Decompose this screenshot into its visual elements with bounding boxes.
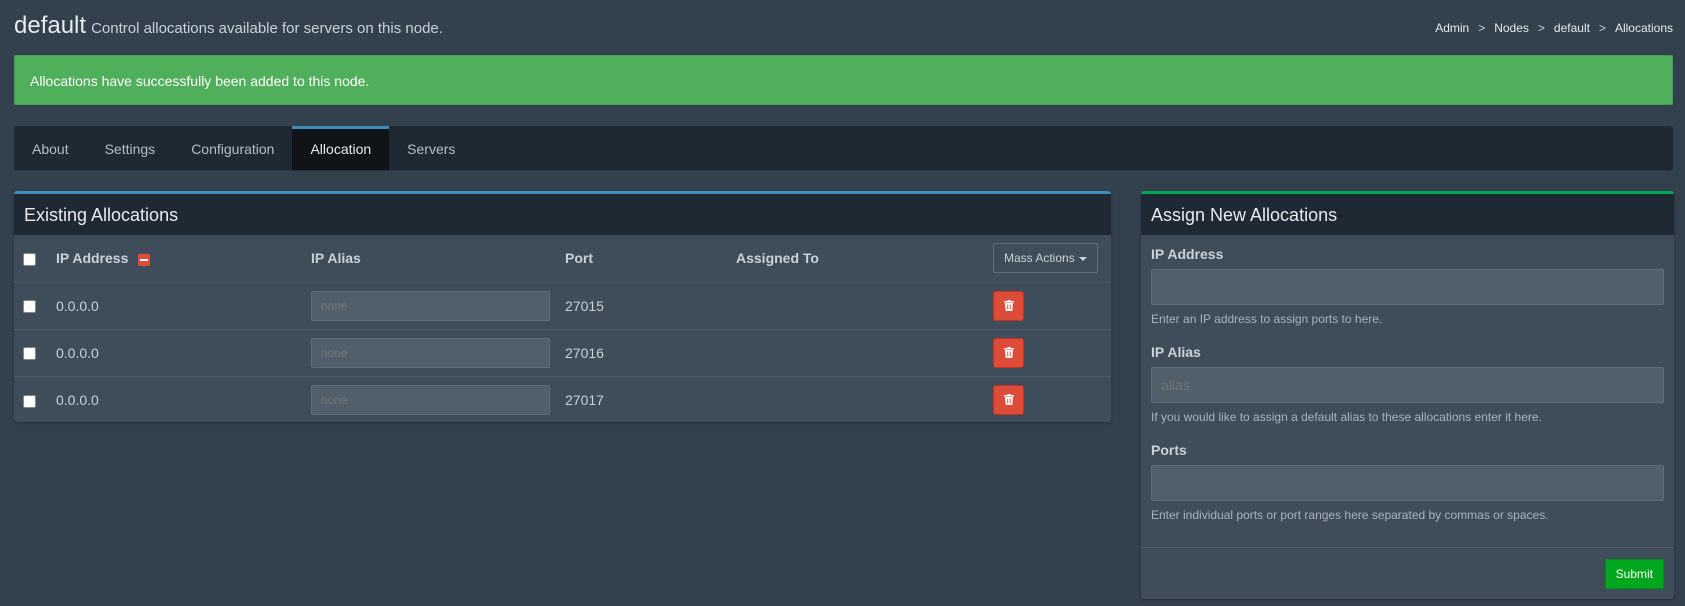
existing-allocations-title: Existing Allocations	[14, 194, 1111, 235]
mass-actions-label: Mass Actions	[1004, 251, 1075, 266]
row-actions-cell	[993, 329, 1111, 377]
breadcrumb-nodes[interactable]: Nodes	[1494, 21, 1529, 35]
ports-label: Ports	[1151, 442, 1187, 458]
minus-square-icon[interactable]	[138, 253, 151, 266]
row-ip: 0.0.0.0	[56, 391, 99, 408]
caret-down-icon	[1078, 257, 1087, 262]
submit-button[interactable]: Submit	[1604, 559, 1664, 589]
table-row: 0.0.0.0 27016	[14, 329, 1111, 377]
trash-icon	[1003, 300, 1014, 311]
ports-help: Enter individual ports or port ranges he…	[1151, 508, 1549, 522]
page-subtitle: Control allocations available for server…	[91, 20, 443, 37]
ip-address-group: IP Address Enter an IP address to assign…	[1151, 246, 1664, 326]
row-assigned-to	[736, 329, 993, 377]
table-header-row: IP Address IP Alias Port Assigned To Mas…	[14, 235, 1111, 283]
table-row: 0.0.0.0 27015	[14, 282, 1111, 330]
row-port: 27016	[565, 329, 736, 377]
row-ip: 0.0.0.0	[56, 282, 311, 330]
ip-address-input[interactable]	[1151, 269, 1664, 305]
delete-allocation-button[interactable]	[993, 290, 1024, 321]
delete-allocation-button[interactable]	[993, 337, 1024, 368]
breadcrumb-current: Allocations	[1614, 21, 1673, 35]
select-all-cell	[14, 235, 56, 283]
row-select-cell	[14, 282, 56, 330]
select-all-checkbox[interactable]	[23, 253, 36, 267]
trash-icon	[1003, 347, 1014, 358]
row-assigned-to	[736, 376, 993, 423]
row-select-cell	[14, 329, 56, 377]
trash-icon	[1003, 394, 1014, 406]
assigned-to-header: Assigned To	[736, 235, 993, 283]
breadcrumb: Admin > Nodes > default > Allocations	[1435, 21, 1673, 35]
existing-allocations-box: Existing Allocations IP Address IP Alias…	[14, 191, 1111, 422]
row-select-cell	[14, 376, 56, 423]
row-actions-cell	[993, 376, 1111, 423]
success-alert: Allocations have successfully been added…	[14, 55, 1673, 105]
row-checkbox[interactable]	[23, 394, 36, 408]
ip-address-help: Enter an IP address to assign ports to h…	[1151, 312, 1383, 326]
alias-input[interactable]	[311, 384, 550, 415]
delete-allocation-button[interactable]	[993, 384, 1024, 415]
ip-alias-label: IP Alias	[1151, 344, 1201, 360]
ip-alias-help: If you would like to assign a default al…	[1151, 410, 1542, 424]
row-alias-cell	[311, 376, 565, 423]
assign-form: IP Address Enter an IP address to assign…	[1141, 235, 1674, 522]
alias-input[interactable]	[311, 290, 550, 321]
ip-address-label: IP Address	[1151, 246, 1224, 262]
allocations-table: IP Address IP Alias Port Assigned To Mas…	[14, 235, 1111, 423]
table-row: 0.0.0.0 27017	[14, 376, 1111, 423]
breadcrumb-separator: >	[1478, 21, 1486, 35]
row-port: 27017	[565, 391, 604, 408]
row-alias-cell	[311, 282, 565, 330]
tab-settings[interactable]: Settings	[87, 126, 174, 170]
breadcrumb-admin[interactable]: Admin	[1435, 21, 1469, 35]
breadcrumb-separator: >	[1598, 21, 1606, 35]
tab-allocation[interactable]: Allocation	[292, 126, 390, 170]
alias-input[interactable]	[311, 337, 550, 368]
tab-about[interactable]: About	[14, 126, 87, 170]
breadcrumb-separator: >	[1537, 21, 1545, 35]
tab-configuration[interactable]: Configuration	[173, 126, 292, 170]
ip-alias-input[interactable]	[1151, 367, 1664, 403]
page-title: default	[14, 12, 87, 39]
row-checkbox[interactable]	[23, 300, 36, 314]
row-ip: 0.0.0.0	[56, 329, 311, 377]
ports-input[interactable]	[1151, 465, 1664, 501]
port-header: Port	[565, 235, 736, 283]
node-tabs: About Settings Configuration Allocation …	[14, 126, 1673, 170]
ports-group: Ports Enter individual ports or port ran…	[1151, 442, 1664, 522]
ip-alias-header: IP Alias	[311, 235, 565, 283]
ip-alias-group: IP Alias If you would like to assign a d…	[1151, 344, 1664, 424]
row-actions-cell	[993, 282, 1111, 330]
row-port: 27015	[565, 282, 736, 330]
ip-address-header: IP Address	[56, 235, 311, 283]
page-header: default Control allocations available fo…	[14, 12, 443, 40]
row-assigned-to	[736, 282, 993, 330]
row-alias-cell	[311, 329, 565, 377]
ip-address-header-label: IP Address	[56, 250, 129, 267]
row-checkbox[interactable]	[23, 347, 36, 361]
assign-footer: Submit	[1141, 547, 1674, 599]
assign-allocations-title: Assign New Allocations	[1141, 194, 1674, 235]
tab-servers[interactable]: Servers	[389, 126, 473, 170]
breadcrumb-node[interactable]: default	[1554, 21, 1590, 35]
mass-actions-cell: Mass Actions	[993, 235, 1111, 283]
assign-allocations-box: Assign New Allocations IP Address Enter …	[1141, 191, 1674, 599]
mass-actions-button[interactable]: Mass Actions	[993, 243, 1098, 274]
